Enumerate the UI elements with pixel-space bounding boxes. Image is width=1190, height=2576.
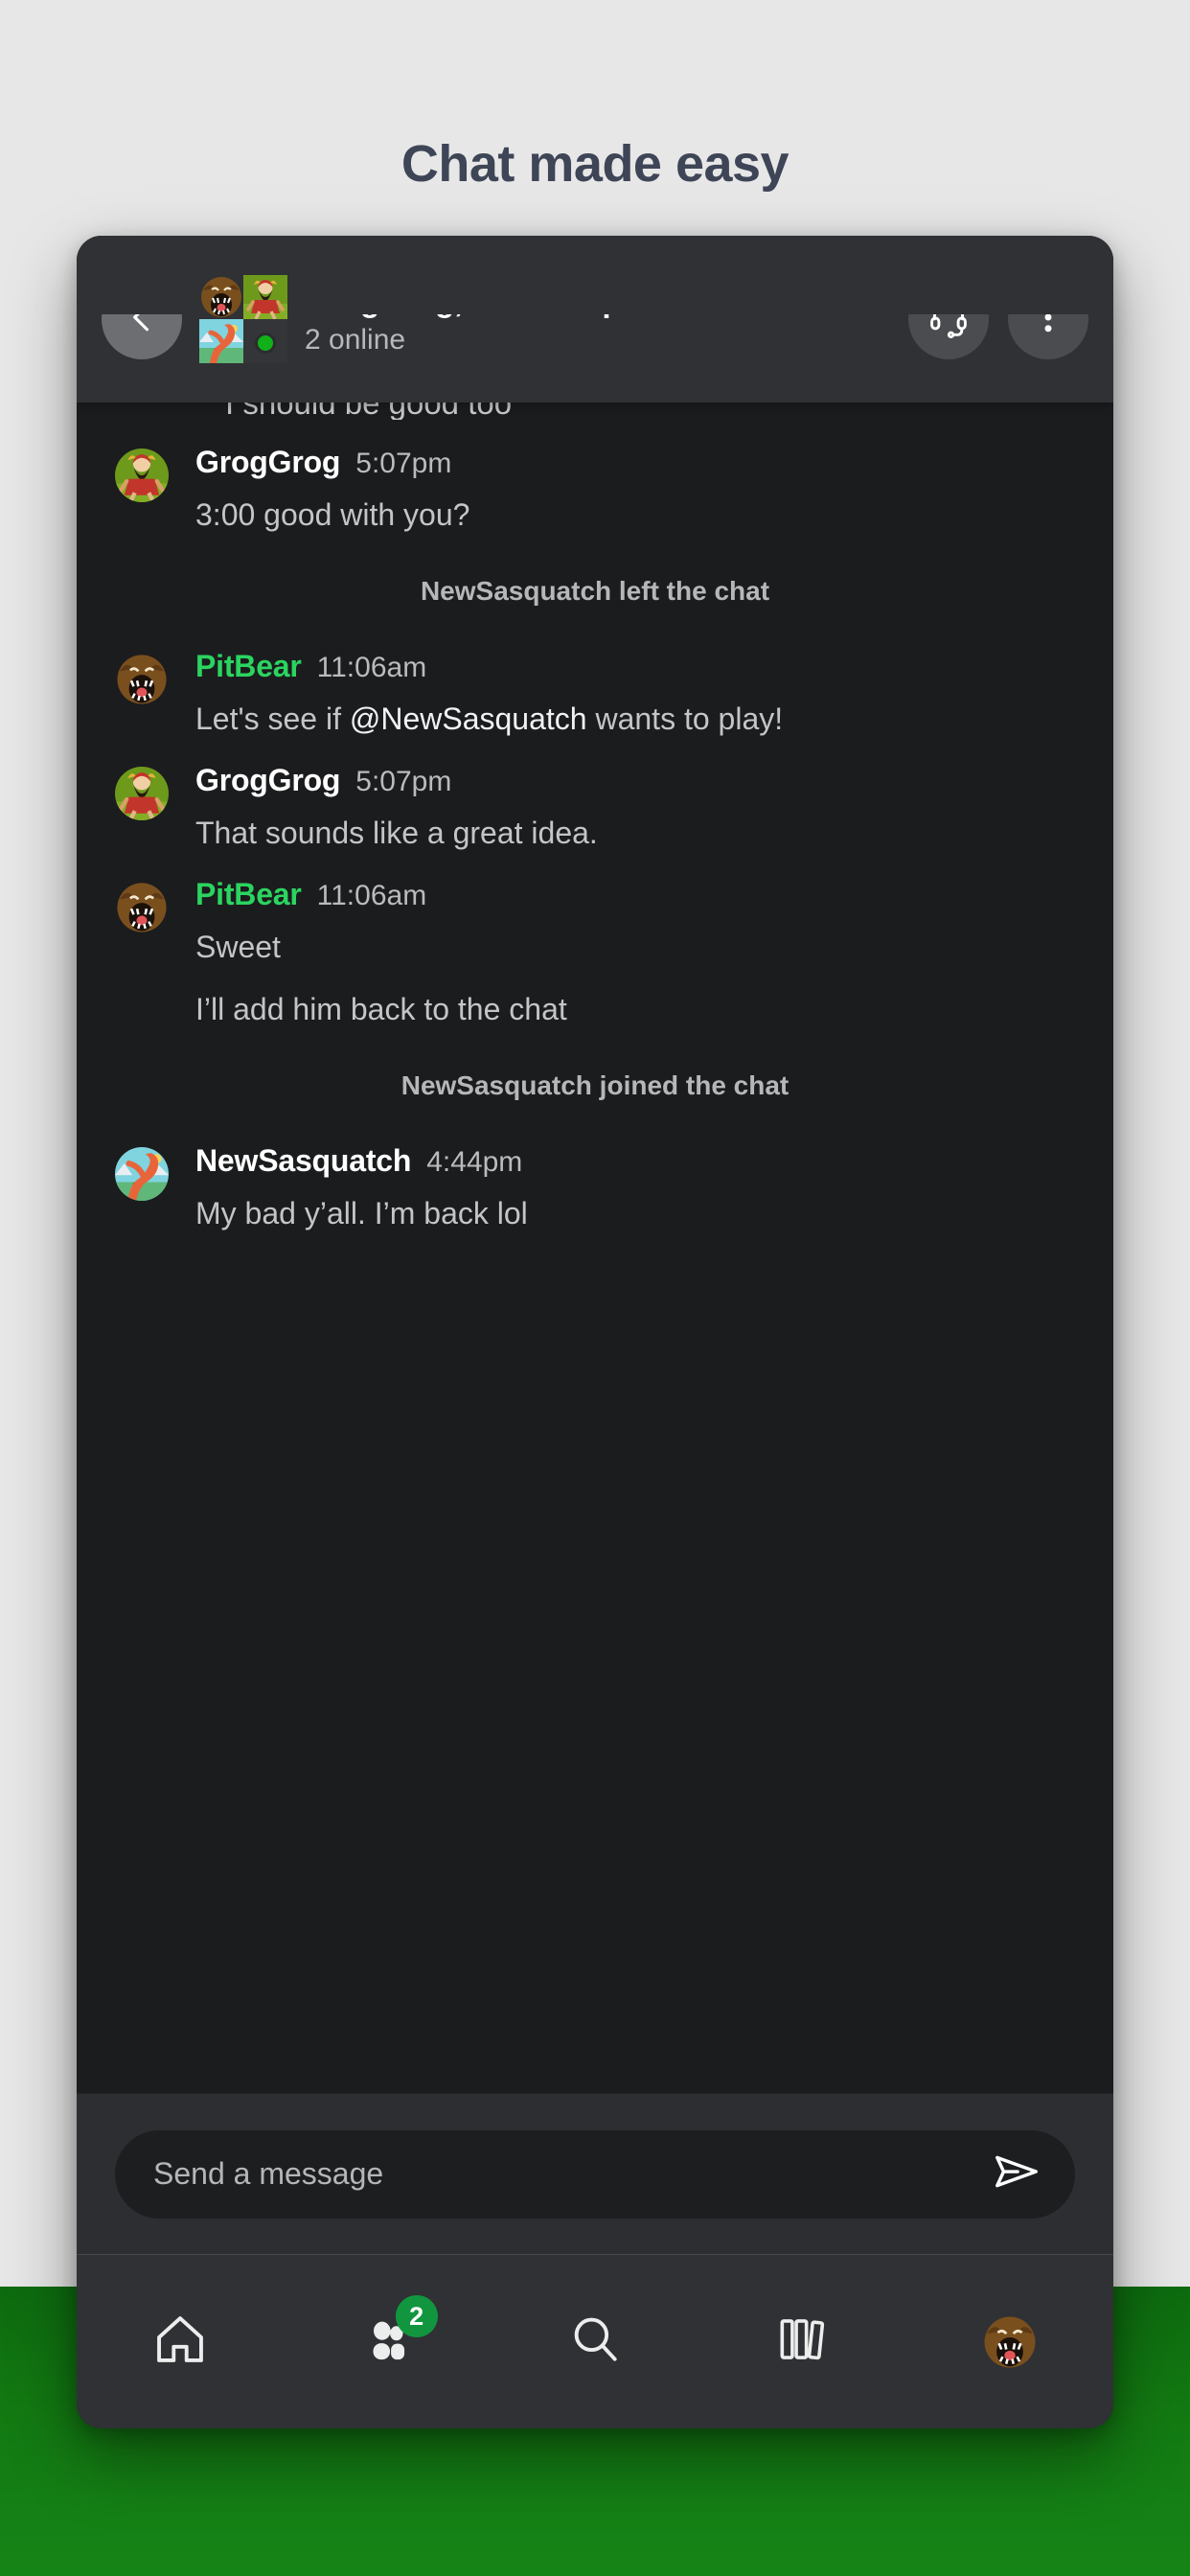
clipped-message-text: I should be good too — [77, 402, 1113, 420]
bottom-navigation: 2 — [77, 2254, 1113, 2428]
message-composer: Send a message — [77, 2093, 1113, 2254]
message-text: My bad y’all. I’m back lol — [195, 1196, 528, 1231]
message-text-pre: Let's see if — [195, 702, 350, 737]
profile-avatar-icon — [981, 2313, 1038, 2370]
message-text: 3:00 good with you? — [195, 497, 470, 532]
message-body: GrogGrog 5:07pm That sounds like a great… — [195, 763, 1075, 852]
friends-badge: 2 — [395, 2295, 438, 2337]
message-timestamp: 11:06am — [316, 880, 427, 912]
message-author: PitBear — [195, 649, 302, 684]
nav-item-library[interactable] — [698, 2255, 905, 2428]
groggrog-avatar — [243, 275, 287, 319]
pitbear-avatar — [115, 653, 169, 707]
message-text-post: wants to play! — [586, 702, 784, 737]
headset-icon — [927, 296, 970, 343]
message-meta: GrogGrog 5:07pm — [195, 445, 1075, 480]
search-icon — [565, 2310, 625, 2374]
groggrog-avatar — [115, 767, 169, 821]
message-text: That sounds like a great idea. — [195, 816, 598, 851]
pitbear-avatar — [199, 275, 243, 319]
message-row[interactable]: PitBear 11:06am Let's see if @NewSasquat… — [77, 624, 1113, 738]
chat-title: GrogGrog, NewSasq… — [305, 282, 643, 318]
message-author: GrogGrog — [195, 763, 341, 798]
system-message: NewSasquatch left the chat — [420, 576, 770, 607]
home-icon — [150, 2310, 210, 2374]
voice-call-button[interactable] — [908, 279, 989, 359]
message-row[interactable]: GrogGrog 5:07pm That sounds like a great… — [77, 738, 1113, 852]
message-timestamp: 11:06am — [316, 652, 427, 684]
message-input-placeholder: Send a message — [153, 2156, 384, 2191]
chat-online-count: 2 online — [305, 323, 406, 356]
message-meta: PitBear 11:06am — [195, 877, 1075, 912]
pitbear-avatar — [115, 881, 169, 935]
nav-item-home[interactable] — [77, 2255, 284, 2428]
chat-title-block[interactable]: GrogGrog, NewSasq… 2 online — [305, 283, 899, 356]
header-actions — [908, 279, 1088, 359]
back-button[interactable] — [102, 279, 182, 359]
message-body: GrogGrog 5:07pm 3:00 good with you? — [195, 445, 1075, 534]
message-meta: NewSasquatch 4:44pm — [195, 1143, 1075, 1179]
message-timestamp: 5:07pm — [355, 448, 452, 479]
phone-frame: GrogGrog, NewSasq… 2 online GrogGrog 5:0… — [77, 236, 1113, 2428]
nav-item-profile[interactable] — [906, 2255, 1113, 2428]
groggrog-avatar — [115, 448, 169, 502]
group-avatar-grid[interactable] — [199, 275, 287, 363]
message-author: PitBear — [195, 877, 302, 912]
message-body: PitBear 11:06am Let's see if @NewSasquat… — [195, 649, 1075, 738]
message-author: GrogGrog — [195, 445, 341, 479]
more-options-button[interactable] — [1008, 279, 1088, 359]
system-message: NewSasquatch joined the chat — [400, 1070, 790, 1101]
newsasquatch-avatar — [115, 1147, 169, 1202]
presence-tile — [243, 319, 287, 363]
message-row[interactable]: NewSasquatch 4:44pm My bad y’all. I’m ba… — [77, 1118, 1113, 1232]
page-title: Chat made easy — [400, 135, 790, 193]
message-timestamp: 4:44pm — [426, 1146, 523, 1179]
message-author: NewSasquatch — [195, 1143, 412, 1179]
chevron-left-icon — [121, 296, 163, 343]
message-text: Sweet — [195, 930, 281, 965]
chat-header: GrogGrog, NewSasq… 2 online — [77, 236, 1113, 402]
newsasquatch-avatar — [199, 319, 243, 363]
more-vertical-icon — [1027, 296, 1069, 343]
message-text: Let's see if @NewSasquatch wants to play… — [195, 701, 1075, 738]
message-body: PitBear 11:06am Sweet I’ll add him back … — [195, 877, 1075, 1028]
send-icon — [991, 2146, 1042, 2202]
send-button[interactable] — [991, 2146, 1042, 2202]
message-row[interactable]: PitBear 11:06am Sweet I’ll add him back … — [77, 852, 1113, 1028]
message-timestamp: 5:07pm — [355, 766, 452, 798]
message-input[interactable]: Send a message — [115, 2129, 1075, 2219]
message-row[interactable]: GrogGrog 5:07pm 3:00 good with you? — [77, 420, 1113, 534]
nav-item-search[interactable] — [492, 2255, 698, 2428]
nav-item-friends[interactable]: 2 — [284, 2255, 491, 2428]
message-body: NewSasquatch 4:44pm My bad y’all. I’m ba… — [195, 1143, 1075, 1232]
user-mention[interactable]: @NewSasquatch — [350, 702, 587, 736]
library-icon — [772, 2310, 832, 2374]
message-meta: GrogGrog 5:07pm — [195, 763, 1075, 798]
message-list[interactable]: I should be good too — [77, 402, 1113, 2093]
message-text: I’ll add him back to the chat — [195, 992, 567, 1027]
message-meta: PitBear 11:06am — [195, 649, 1075, 684]
